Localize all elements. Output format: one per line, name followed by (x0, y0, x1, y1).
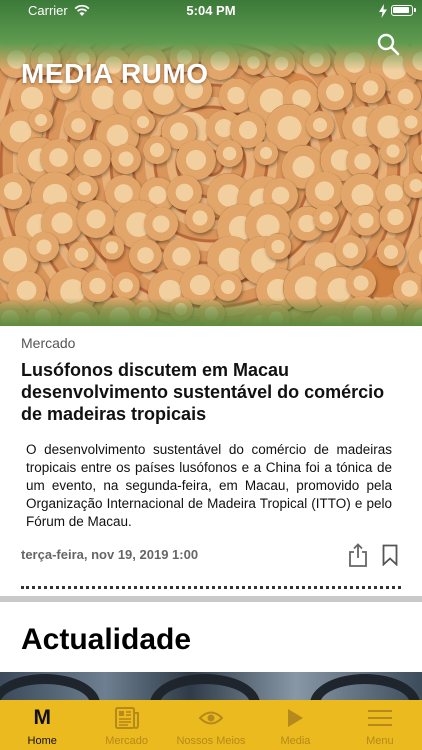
newspaper-icon (112, 705, 142, 731)
article-summary[interactable]: O desenvolvimento sustentável do comérci… (26, 441, 392, 531)
tab-media[interactable]: Media (253, 700, 337, 750)
log-end (185, 203, 216, 234)
hamburger-icon (365, 705, 395, 731)
log-end (111, 143, 142, 174)
share-icon[interactable] (348, 543, 368, 567)
log-end (403, 172, 422, 198)
log-end (376, 238, 406, 267)
log-end (63, 110, 94, 141)
tab-bar: M Home Mercado Nossos Meios Media Menu (0, 700, 422, 750)
log-end (0, 173, 31, 209)
next-article-image[interactable] (0, 672, 422, 702)
charging-icon (379, 4, 387, 18)
m-logo-icon: M (33, 706, 51, 729)
tire-shape (0, 674, 100, 702)
hero-image[interactable] (0, 0, 422, 326)
log-end (112, 272, 140, 300)
log-end (99, 234, 125, 260)
article-date: terça-feira, nov 19, 2019 1:00 (21, 547, 199, 562)
article-category[interactable]: Mercado (21, 335, 75, 351)
tab-mercado[interactable]: Mercado (84, 700, 168, 750)
section-title: Actualidade (21, 623, 192, 656)
brand-title: MEDIA RUMO (21, 58, 209, 89)
log-end (334, 235, 367, 267)
log-end (73, 139, 111, 177)
article-headline[interactable]: Lusófonos discutem em Macau desenvolvime… (21, 359, 406, 425)
log-end (143, 206, 178, 241)
log-end (131, 109, 156, 135)
log-end (264, 233, 292, 260)
tire-shape (150, 674, 260, 702)
log-end (143, 136, 171, 164)
tab-label: Mercado (105, 735, 148, 747)
log-end (379, 200, 412, 234)
log-end (129, 239, 163, 273)
log-end (313, 204, 340, 232)
log-end (350, 205, 382, 236)
play-icon (280, 705, 310, 731)
battery-icon (391, 5, 416, 16)
log-end (345, 267, 377, 298)
log-end (305, 110, 334, 139)
tab-nossos-meios[interactable]: Nossos Meios (169, 700, 253, 750)
grass-foreground (0, 298, 422, 326)
bookmark-icon[interactable] (382, 544, 398, 566)
tab-label: Nossos Meios (176, 735, 246, 747)
log-end (39, 138, 77, 176)
log-end (355, 73, 386, 104)
tab-label: Media (280, 735, 311, 747)
log-end (317, 74, 353, 111)
tab-label: Menu (366, 735, 394, 747)
log-end (29, 232, 60, 263)
log-end (253, 140, 278, 165)
status-bar: Carrier 5:04 PM (0, 0, 422, 22)
status-time: 5:04 PM (186, 3, 236, 18)
log-end (77, 200, 116, 238)
log-end (398, 109, 422, 136)
log-end (214, 273, 242, 301)
tire-shape (310, 674, 420, 702)
log-end (379, 137, 407, 164)
section-separator (0, 596, 422, 602)
search-icon[interactable] (376, 32, 400, 56)
log-end (28, 107, 54, 133)
tab-label: Home (27, 735, 57, 747)
log-end (70, 174, 98, 202)
log-end (68, 240, 96, 268)
log-end (215, 140, 243, 167)
dotted-divider (21, 586, 401, 589)
tab-menu[interactable]: Menu (338, 700, 422, 750)
eye-icon (196, 705, 226, 731)
tab-home[interactable]: M Home (0, 700, 84, 750)
log-end (413, 142, 422, 174)
